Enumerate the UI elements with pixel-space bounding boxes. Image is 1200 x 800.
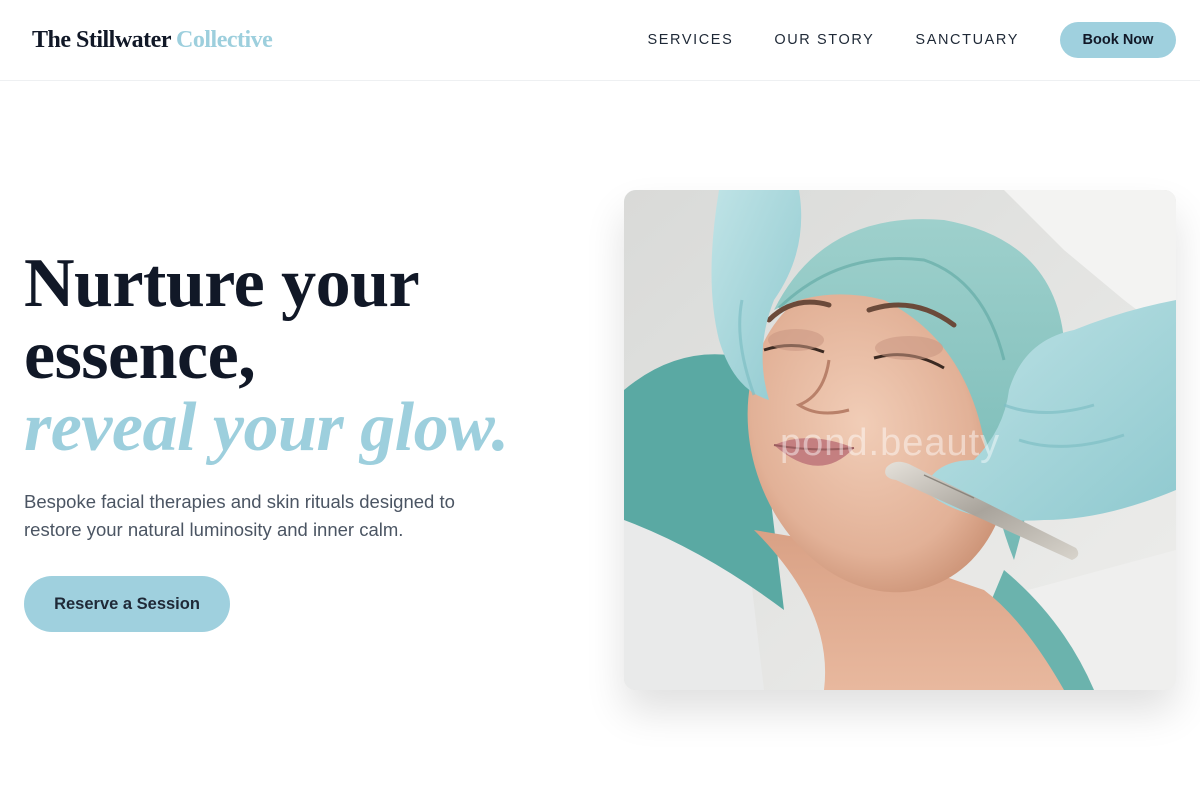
site-header: The Stillwater Collective SERVICES OUR S… bbox=[0, 0, 1200, 81]
logo-main-text: The Stillwater bbox=[32, 27, 171, 53]
image-watermark: pond.beauty bbox=[780, 422, 1001, 464]
nav-link-our-story[interactable]: OUR STORY bbox=[774, 31, 874, 49]
reserve-session-button[interactable]: Reserve a Session bbox=[24, 576, 230, 632]
hero-description: Bespoke facial therapies and skin ritual… bbox=[24, 491, 455, 540]
nav-link-sanctuary[interactable]: SANCTUARY bbox=[915, 31, 1019, 49]
logo[interactable]: The Stillwater Collective bbox=[32, 26, 273, 54]
hero-photo-facial-treatment: pond.beauty bbox=[624, 190, 1176, 690]
headline-line-2: essence, bbox=[24, 317, 256, 394]
logo-accent-text: Collective bbox=[176, 27, 273, 53]
hero-headline: Nurture your essence, reveal your glow. bbox=[24, 248, 604, 464]
main-nav: SERVICES OUR STORY SANCTUARY bbox=[647, 31, 1019, 49]
book-now-button[interactable]: Book Now bbox=[1060, 22, 1176, 58]
headline-accent-line: reveal your glow. bbox=[24, 389, 509, 466]
headline-line-1: Nurture your bbox=[24, 245, 420, 322]
nav-link-services[interactable]: SERVICES bbox=[647, 31, 733, 49]
